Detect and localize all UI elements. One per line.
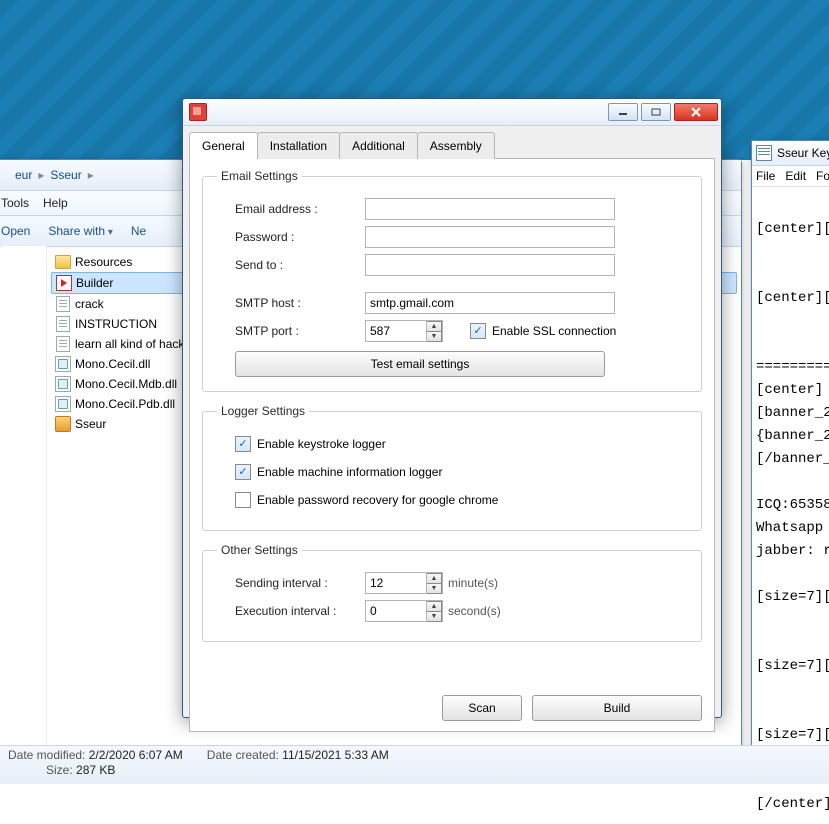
logger-settings-legend: Logger Settings xyxy=(217,404,309,418)
spin-down-icon: ▼ xyxy=(427,611,442,622)
tab-installation[interactable]: Installation xyxy=(257,132,340,159)
enable-password-recovery-label: Enable password recovery for google chro… xyxy=(257,493,498,507)
tab-page-general: Email Settings Email address : Password … xyxy=(189,158,715,732)
password-input[interactable] xyxy=(365,226,615,248)
explorer-status-bar: Date modified: 2/2/2020 6:07 AM Size: 28… xyxy=(0,745,829,784)
send-to-input[interactable] xyxy=(365,254,615,276)
scan-button[interactable]: Scan xyxy=(442,695,522,721)
notepad-menu-bar: File Edit Fo xyxy=(752,166,829,187)
spin-down-icon: ▼ xyxy=(427,583,442,594)
breadcrumb-segment[interactable]: eur xyxy=(11,168,36,182)
date-created-value: 11/15/2021 5:33 AM xyxy=(282,748,389,762)
menu-format[interactable]: Fo xyxy=(816,169,829,183)
enable-ssl-label: Enable SSL connection xyxy=(492,324,616,338)
spin-up-icon: ▲ xyxy=(427,573,442,583)
email-address-label: Email address : xyxy=(217,202,365,216)
size-value: 287 KB xyxy=(76,763,115,777)
chevron-right-icon: ▸ xyxy=(86,168,96,182)
date-modified-label: Date modified: xyxy=(8,748,89,762)
smtp-port-spinner[interactable]: ▲▼ xyxy=(426,321,442,342)
enable-password-recovery-checkbox[interactable] xyxy=(235,492,251,508)
enable-machine-info-checkbox[interactable] xyxy=(235,464,251,480)
spin-up-icon: ▲ xyxy=(427,601,442,611)
enable-ssl-checkbox[interactable] xyxy=(470,323,486,339)
enable-keystroke-checkbox[interactable] xyxy=(235,436,251,452)
tab-strip: General Installation Additional Assembly xyxy=(189,132,715,159)
spin-up-icon: ▲ xyxy=(427,321,442,331)
notepad-window: Sseur Keyl File Edit Fo [center][i [cent… xyxy=(751,140,829,752)
other-settings-legend: Other Settings xyxy=(217,543,302,557)
text-file-icon xyxy=(55,336,71,352)
breadcrumb-segment[interactable]: Sseur xyxy=(46,168,85,182)
sending-interval-label: Sending interval : xyxy=(217,576,365,590)
sending-interval-spinner[interactable]: ▲▼ xyxy=(426,573,442,594)
minimize-button[interactable] xyxy=(608,103,638,121)
menu-help[interactable]: Help xyxy=(43,196,68,210)
send-to-label: Send to : xyxy=(217,258,365,272)
text-file-icon xyxy=(55,316,71,332)
notepad-title: Sseur Keyl xyxy=(777,146,829,160)
spin-down-icon: ▼ xyxy=(427,331,442,342)
smtp-host-label: SMTP host : xyxy=(217,296,365,310)
tab-additional[interactable]: Additional xyxy=(339,132,418,159)
notepad-icon xyxy=(756,145,772,161)
menu-edit[interactable]: Edit xyxy=(785,169,806,183)
date-created-label: Date created: xyxy=(207,748,282,762)
enable-keystroke-label: Enable keystroke logger xyxy=(257,437,386,451)
explorer-nav-pane[interactable] xyxy=(1,246,47,765)
tab-assembly[interactable]: Assembly xyxy=(417,132,495,159)
smtp-port-label: SMTP port : xyxy=(217,324,365,338)
text-file-icon xyxy=(55,296,71,312)
minutes-unit: minute(s) xyxy=(448,576,498,590)
app-icon xyxy=(189,103,207,121)
logger-settings-group: Logger Settings Enable keystroke logger … xyxy=(202,404,702,531)
smtp-host-input[interactable] xyxy=(365,292,615,314)
execution-interval-spinner[interactable]: ▲▼ xyxy=(426,601,442,622)
enable-machine-info-label: Enable machine information logger xyxy=(257,465,442,479)
dll-icon xyxy=(55,356,71,372)
menu-file[interactable]: File xyxy=(756,169,775,183)
menu-tools[interactable]: Tools xyxy=(1,196,29,210)
chevron-right-icon: ▸ xyxy=(36,168,46,182)
toolbar-new[interactable]: Ne xyxy=(131,224,146,238)
email-settings-group: Email Settings Email address : Password … xyxy=(202,169,702,392)
close-button[interactable] xyxy=(674,103,718,121)
seconds-unit: second(s) xyxy=(448,604,501,618)
execution-interval-label: Execution interval : xyxy=(217,604,365,618)
exe-icon xyxy=(55,416,71,432)
notepad-titlebar[interactable]: Sseur Keyl xyxy=(752,141,829,166)
maximize-button[interactable] xyxy=(641,103,671,121)
folder-icon xyxy=(55,254,71,270)
dialog-titlebar[interactable] xyxy=(183,99,721,126)
password-label: Password : xyxy=(217,230,365,244)
toolbar-share-with[interactable]: Share with xyxy=(48,224,113,238)
dll-icon xyxy=(55,396,71,412)
build-button[interactable]: Build xyxy=(532,695,702,721)
test-email-button[interactable]: Test email settings xyxy=(235,351,605,377)
other-settings-group: Other Settings Sending interval : ▲▼ min… xyxy=(202,543,702,642)
email-settings-legend: Email Settings xyxy=(217,169,302,183)
dll-icon xyxy=(55,376,71,392)
builder-dialog: General Installation Additional Assembly… xyxy=(182,98,722,718)
size-label: Size: xyxy=(46,763,76,777)
notepad-text-area[interactable]: [center][i [center][b ========== [center… xyxy=(752,187,829,824)
email-address-input[interactable] xyxy=(365,198,615,220)
toolbar-open[interactable]: Open xyxy=(1,224,30,238)
date-modified-value: 2/2/2020 6:07 AM xyxy=(89,748,183,762)
tab-general[interactable]: General xyxy=(189,132,258,159)
builder-icon xyxy=(56,275,72,291)
